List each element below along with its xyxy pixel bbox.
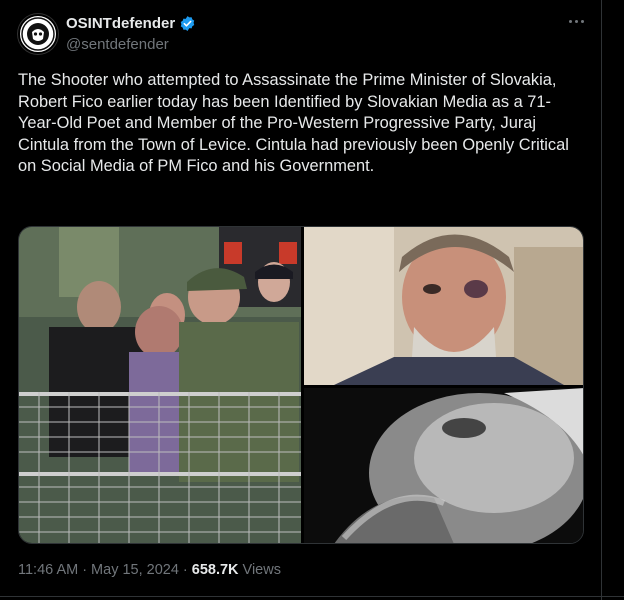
author-name-row: OSINTdefender: [66, 15, 196, 32]
osintdefender-logo-icon: [21, 17, 55, 51]
more-dot-icon: [568, 19, 572, 23]
author-handle[interactable]: @sentdefender: [66, 36, 169, 53]
views-label: Views: [242, 562, 281, 578]
tweet-date[interactable]: May 15, 2024: [91, 562, 179, 578]
frame-divider-bottom: [0, 596, 624, 597]
meta-separator: ·: [182, 562, 188, 578]
media-grid: [18, 226, 584, 544]
tweet: OSINTdefender @sentdefender The Shooter …: [0, 0, 602, 596]
tweet-meta: 11:46 AM · May 15, 2024 · 658.7K Views: [18, 562, 281, 578]
tweet-text: The Shooter who attempted to Assassinate…: [18, 71, 569, 176]
photo-portrait-man-bruised-eye[interactable]: [304, 227, 583, 385]
more-dot-icon: [574, 19, 578, 23]
photo-arrest-scene[interactable]: [19, 227, 301, 543]
author-display-name[interactable]: OSINTdefender: [66, 15, 175, 32]
avatar[interactable]: [18, 14, 58, 54]
tweet-time[interactable]: 11:46 AM: [18, 562, 78, 578]
photo-portrait-black-and-white[interactable]: [304, 388, 583, 543]
more-options-button[interactable]: [566, 14, 586, 28]
views-count[interactable]: 658.7K: [192, 562, 239, 578]
more-dot-icon: [580, 19, 584, 23]
meta-separator: ·: [82, 562, 88, 578]
verified-badge-icon: [180, 16, 195, 31]
